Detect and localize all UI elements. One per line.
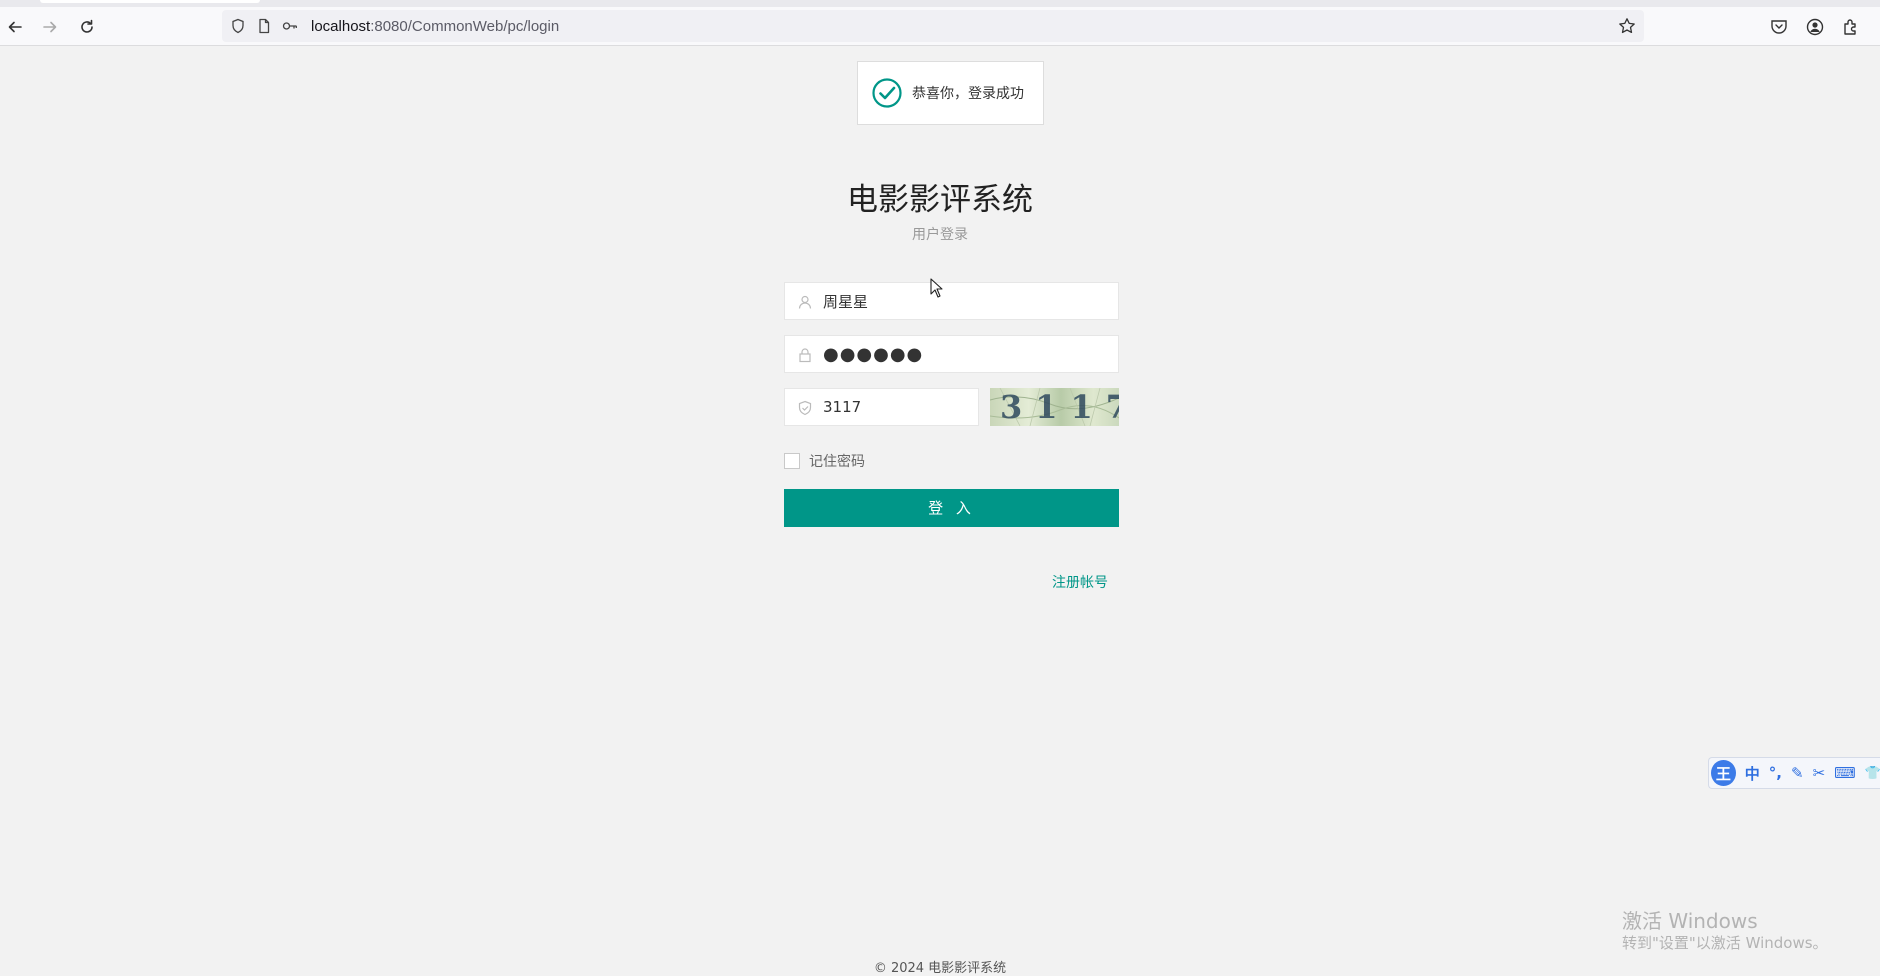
register-link[interactable]: 注册帐号 — [1052, 572, 1108, 592]
captcha-input[interactable] — [823, 389, 968, 425]
ime-logo-icon[interactable]: 王 — [1711, 760, 1736, 786]
ime-chinese-mode[interactable]: 中 — [1745, 763, 1760, 784]
mouse-cursor-icon — [930, 278, 943, 298]
username-field[interactable] — [784, 282, 1119, 320]
ime-punctuation-icon[interactable]: °, — [1769, 764, 1782, 782]
forward-button[interactable] — [39, 16, 61, 38]
remember-password[interactable]: 记住密码 — [784, 451, 865, 471]
extensions-icon[interactable] — [1841, 17, 1861, 37]
password-input[interactable] — [823, 336, 1108, 372]
activate-windows-title: 激活 Windows — [1622, 909, 1758, 933]
reload-icon — [81, 19, 93, 33]
forward-arrow-icon — [43, 21, 57, 33]
user-icon — [798, 295, 812, 309]
remember-label: 记住密码 — [809, 454, 865, 470]
browser-toolbar: localhost:8080/CommonWeb/pc/login — [0, 7, 1880, 46]
tab-strip — [0, 0, 1880, 7]
account-icon[interactable] — [1805, 17, 1825, 37]
captcha-graphic: 3117 — [990, 388, 1119, 426]
back-button[interactable] — [4, 16, 26, 38]
reload-button[interactable] — [76, 16, 98, 38]
bookmark-star-icon[interactable] — [1618, 17, 1636, 35]
back-arrow-icon — [8, 21, 22, 33]
page-icon[interactable] — [256, 18, 272, 34]
page-subtitle: 用户登录 — [912, 227, 968, 243]
shield-icon[interactable] — [230, 18, 246, 34]
captcha-field[interactable] — [784, 388, 979, 426]
login-button[interactable]: 登 入 — [784, 489, 1119, 527]
url-host: localhost — [311, 18, 371, 35]
ime-handwriting-icon[interactable]: ✎ — [1791, 764, 1804, 782]
url-path: :8080/CommonWeb/pc/login — [370, 18, 560, 35]
ime-keyboard-icon[interactable]: ⌨ — [1834, 764, 1856, 782]
toast-message: 恭喜你，登录成功 — [912, 86, 1024, 102]
page-title: 电影影评系统 — [847, 182, 1033, 218]
remember-checkbox[interactable] — [784, 453, 800, 469]
captcha-text: 3117 — [1000, 388, 1119, 426]
url-text[interactable]: localhost:8080/CommonWeb/pc/login — [311, 18, 559, 35]
shield-check-icon — [798, 400, 812, 416]
footer-copyright: © 2024 电影影评系统 — [873, 961, 1007, 976]
pocket-icon[interactable] — [1769, 17, 1789, 37]
ime-scissors-icon[interactable]: ✂ — [1813, 764, 1826, 782]
ime-toolbar[interactable]: 王 中 °, ✎ ✂ ⌨ 👕 — [1708, 757, 1880, 789]
check-circle-icon — [872, 78, 902, 108]
active-tab[interactable] — [40, 0, 260, 3]
lock-icon — [799, 348, 811, 363]
password-field[interactable] — [784, 335, 1119, 373]
success-toast: 恭喜你，登录成功 — [857, 61, 1044, 125]
key-icon[interactable] — [282, 18, 298, 34]
captcha-image[interactable]: 3117 — [990, 388, 1119, 426]
username-input[interactable] — [823, 283, 1108, 319]
address-bar[interactable]: localhost:8080/CommonWeb/pc/login — [222, 10, 1644, 42]
activate-windows-hint: 转到"设置"以激活 Windows。 — [1622, 934, 1828, 952]
ime-skin-icon[interactable]: 👕 — [1865, 766, 1880, 781]
